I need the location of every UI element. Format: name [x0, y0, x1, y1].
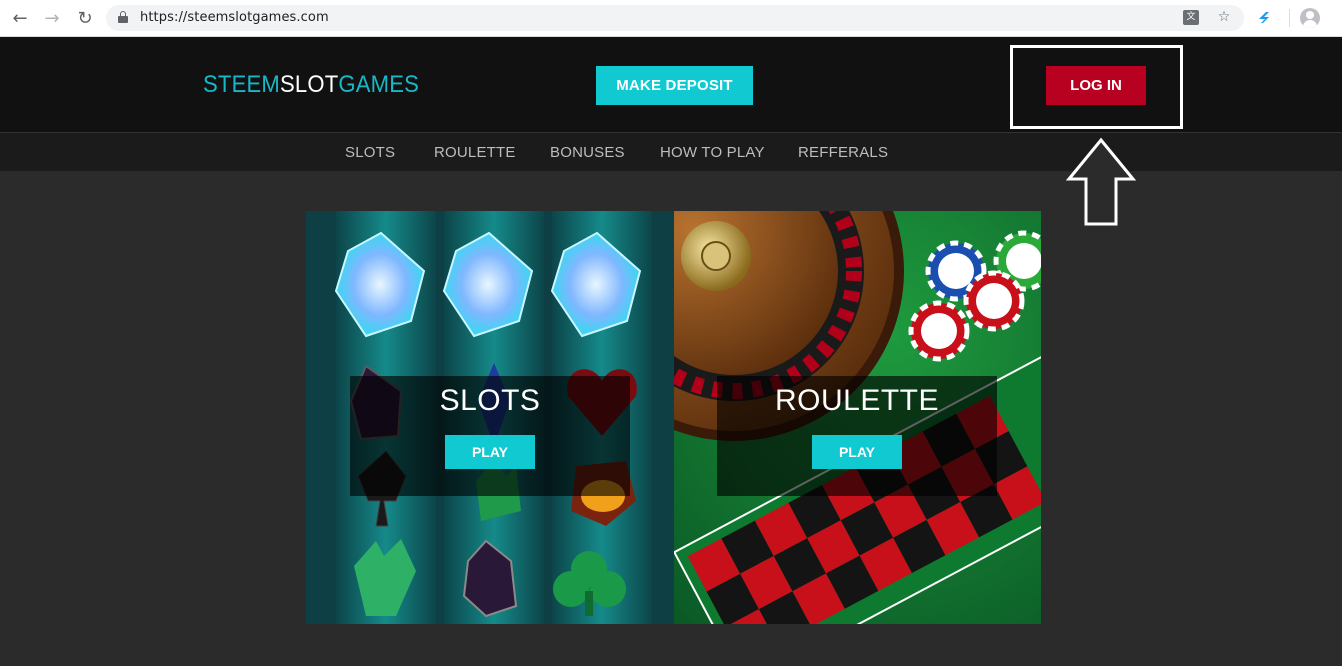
- roulette-title: ROULETTE: [774, 384, 940, 417]
- up-arrow-annotation: [1066, 137, 1136, 226]
- roulette-overlay: ROULETTE PLAY: [717, 376, 997, 496]
- profile-avatar-icon[interactable]: [1300, 8, 1320, 28]
- slots-overlay: SLOTS PLAY: [350, 376, 630, 496]
- slots-game-tile[interactable]: SLOTS PLAY: [306, 211, 674, 624]
- back-arrow-icon[interactable]: ←: [7, 6, 33, 30]
- roulette-game-tile[interactable]: ROULETTE PLAY: [674, 211, 1041, 624]
- translate-icon[interactable]: 文: [1183, 10, 1199, 25]
- login-button[interactable]: LOG IN: [1046, 66, 1146, 105]
- address-bar[interactable]: https://steemslotgames.com 文 ☆: [106, 5, 1244, 31]
- lock-icon: [118, 11, 128, 23]
- nav-item-slots[interactable]: SLOTS: [345, 144, 395, 161]
- forward-arrow-icon[interactable]: →: [39, 6, 65, 30]
- bookmark-star-icon[interactable]: ☆: [1214, 9, 1234, 27]
- make-deposit-button[interactable]: MAKE DEPOSIT: [596, 66, 753, 105]
- reload-icon[interactable]: ↻: [72, 6, 98, 30]
- nav-item-roulette[interactable]: ROULETTE: [434, 144, 516, 161]
- slots-play-button[interactable]: PLAY: [445, 435, 535, 469]
- site-logo[interactable]: STEEMSLOTGAMES: [203, 71, 419, 99]
- toolbar-divider: [1289, 9, 1290, 27]
- roulette-play-button[interactable]: PLAY: [812, 435, 902, 469]
- browser-toolbar: ← → ↻ https://steemslotgames.com 文 ☆: [0, 0, 1342, 37]
- site-header: STEEMSLOTGAMES MAKE DEPOSIT LOG IN: [0, 37, 1342, 132]
- slots-title: SLOTS: [439, 384, 541, 417]
- crystal-icon: [334, 231, 642, 338]
- nav-item-bonuses[interactable]: BONUSES: [550, 144, 625, 161]
- url-text: https://steemslotgames.com: [140, 10, 329, 25]
- extension-icon[interactable]: [1257, 8, 1275, 26]
- nav-item-refferals[interactable]: REFFERALS: [798, 144, 888, 161]
- nav-item-how-to-play[interactable]: HOW TO PLAY: [660, 144, 765, 161]
- main-nav: SLOTS ROULETTE BONUSES HOW TO PLAY REFFE…: [0, 132, 1342, 171]
